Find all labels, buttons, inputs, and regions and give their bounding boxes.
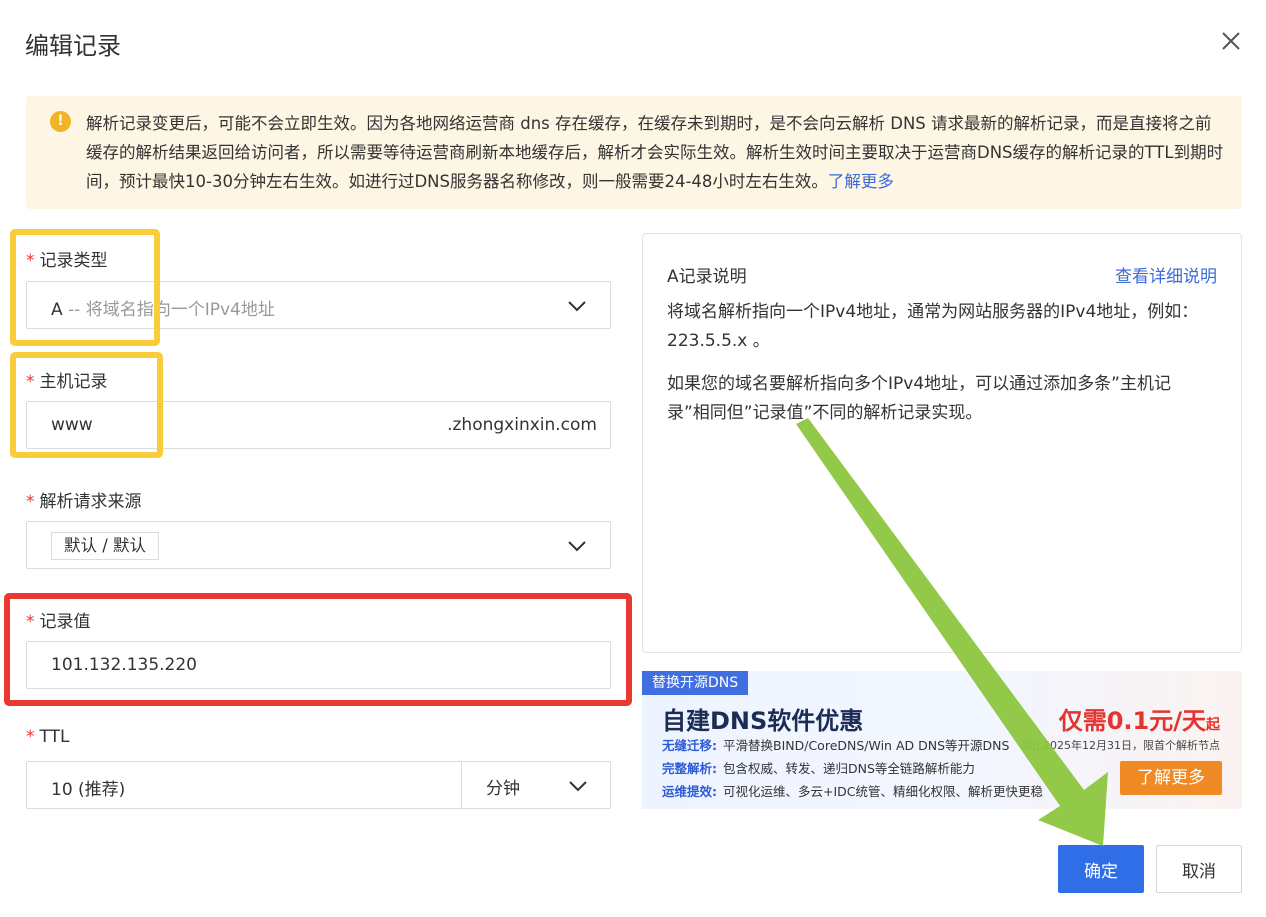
required-mark: * bbox=[26, 372, 35, 392]
banner-line-1: 无缝迁移: 平滑替换BIND/CoreDNS/Win AD DNS等开源DNS bbox=[662, 735, 1009, 754]
banner-line-text: 平滑替换BIND/CoreDNS/Win AD DNS等开源DNS bbox=[723, 738, 1010, 753]
ttl-input[interactable]: 10 (推荐) 分钟 bbox=[26, 761, 611, 809]
banner-line-key: 无缝迁移: bbox=[662, 738, 717, 753]
record-help-panel: A记录说明 查看详细说明 将域名解析指向一个IPv4地址，通常为网站服务器的IP… bbox=[642, 233, 1242, 653]
record-type-select[interactable]: A -- 将域名指向一个IPv4地址 bbox=[26, 281, 611, 329]
notice-body: 解析记录变更后，可能不会立即生效。因为各地网络运营商 dns 存在缓存，在缓存未… bbox=[86, 114, 1224, 191]
host-record-value: www bbox=[51, 415, 93, 435]
promo-banner[interactable]: 替换开源DNS 自建DNS软件优惠 无缝迁移: 平滑替换BIND/CoreDNS/… bbox=[642, 671, 1242, 809]
record-type-code: A bbox=[51, 300, 63, 320]
required-mark: * bbox=[26, 492, 35, 512]
ttl-label: * TTL bbox=[26, 727, 69, 747]
record-value-label: * 记录值 bbox=[26, 607, 91, 632]
warning-icon: ! bbox=[50, 111, 71, 132]
banner-headline: 自建DNS软件优惠 bbox=[662, 707, 864, 735]
ttl-value: 10 (推荐) bbox=[51, 780, 126, 800]
banner-line-2: 完整解析: 包含权威、转发、递归DNS等全链路解析能力 bbox=[662, 758, 975, 777]
help-title: A记录说明 bbox=[667, 267, 747, 287]
ttl-label-text: TTL bbox=[39, 727, 70, 747]
ttl-unit-select[interactable]: 分钟 bbox=[461, 761, 612, 809]
banner-line-3: 运维提效: 可视化运维、多云+IDC统管、精细化权限、解析更快更稳 bbox=[662, 781, 1043, 800]
banner-price-suffix: 起 bbox=[1206, 717, 1220, 733]
banner-tag: 替换开源DNS bbox=[642, 671, 749, 695]
record-value-label-text: 记录值 bbox=[39, 612, 91, 632]
notice-text: 解析记录变更后，可能不会立即生效。因为各地网络运营商 dns 存在缓存，在缓存未… bbox=[86, 109, 1226, 196]
record-type-desc: -- 将域名指向一个IPv4地址 bbox=[62, 300, 275, 320]
banner-learn-more-button[interactable]: 了解更多 bbox=[1120, 761, 1222, 795]
help-paragraph-2: 如果您的域名要解析指向多个IPv4地址，可以通过添加多条”主机记录”相同但”记录… bbox=[667, 374, 1171, 423]
banner-line-key: 完整解析: bbox=[662, 761, 717, 776]
cancel-button[interactable]: 取消 bbox=[1156, 845, 1242, 893]
request-source-label: * 解析请求来源 bbox=[26, 487, 142, 512]
request-source-tag: 默认 / 默认 bbox=[51, 532, 160, 560]
record-type-label: * 记录类型 bbox=[26, 246, 108, 271]
record-value-input[interactable]: 101.132.135.220 bbox=[26, 641, 611, 689]
domain-suffix: .zhongxinxin.com bbox=[447, 415, 597, 435]
required-mark: * bbox=[26, 251, 35, 271]
banner-price: 仅需0.1元/天起 bbox=[1059, 701, 1220, 736]
notice-learn-more-link[interactable]: 了解更多 bbox=[828, 172, 894, 191]
banner-price-value: 仅需0.1元/天 bbox=[1058, 707, 1206, 735]
request-source-label-text: 解析请求来源 bbox=[39, 492, 142, 512]
close-icon[interactable] bbox=[1218, 28, 1244, 54]
banner-line-text: 包含权威、转发、递归DNS等全链路解析能力 bbox=[723, 761, 975, 776]
chevron-down-icon bbox=[568, 541, 586, 552]
required-mark: * bbox=[26, 612, 35, 632]
host-record-input[interactable]: www .zhongxinxin.com bbox=[26, 401, 611, 449]
banner-line-text: 可视化运维、多云+IDC统管、精细化权限、解析更快更稳 bbox=[723, 784, 1044, 799]
confirm-button[interactable]: 确定 bbox=[1058, 845, 1144, 893]
host-record-label: * 主机记录 bbox=[26, 367, 108, 392]
dialog-title: 编辑记录 bbox=[25, 32, 121, 60]
ttl-unit-value: 分钟 bbox=[486, 779, 520, 799]
help-detail-link[interactable]: 查看详细说明 bbox=[1115, 262, 1217, 287]
record-type-value: A -- 将域名指向一个IPv4地址 bbox=[51, 295, 275, 320]
chevron-down-icon bbox=[568, 301, 586, 312]
record-value-text: 101.132.135.220 bbox=[51, 655, 198, 675]
chevron-down-icon bbox=[569, 781, 587, 792]
required-mark: * bbox=[26, 727, 35, 747]
banner-deadline: 截止2025年12月31日，限首个解析节点 bbox=[1021, 739, 1220, 752]
request-source-select[interactable]: 默认 / 默认 bbox=[26, 521, 611, 569]
propagation-notice: ! 解析记录变更后，可能不会立即生效。因为各地网络运营商 dns 存在缓存，在缓… bbox=[26, 96, 1242, 209]
record-type-label-text: 记录类型 bbox=[39, 251, 108, 271]
banner-line-key: 运维提效: bbox=[662, 784, 717, 799]
host-record-label-text: 主机记录 bbox=[39, 372, 108, 392]
help-paragraph-1: 将域名解析指向一个IPv4地址，通常为网站服务器的IPv4地址，例如：223.5… bbox=[667, 302, 1199, 351]
